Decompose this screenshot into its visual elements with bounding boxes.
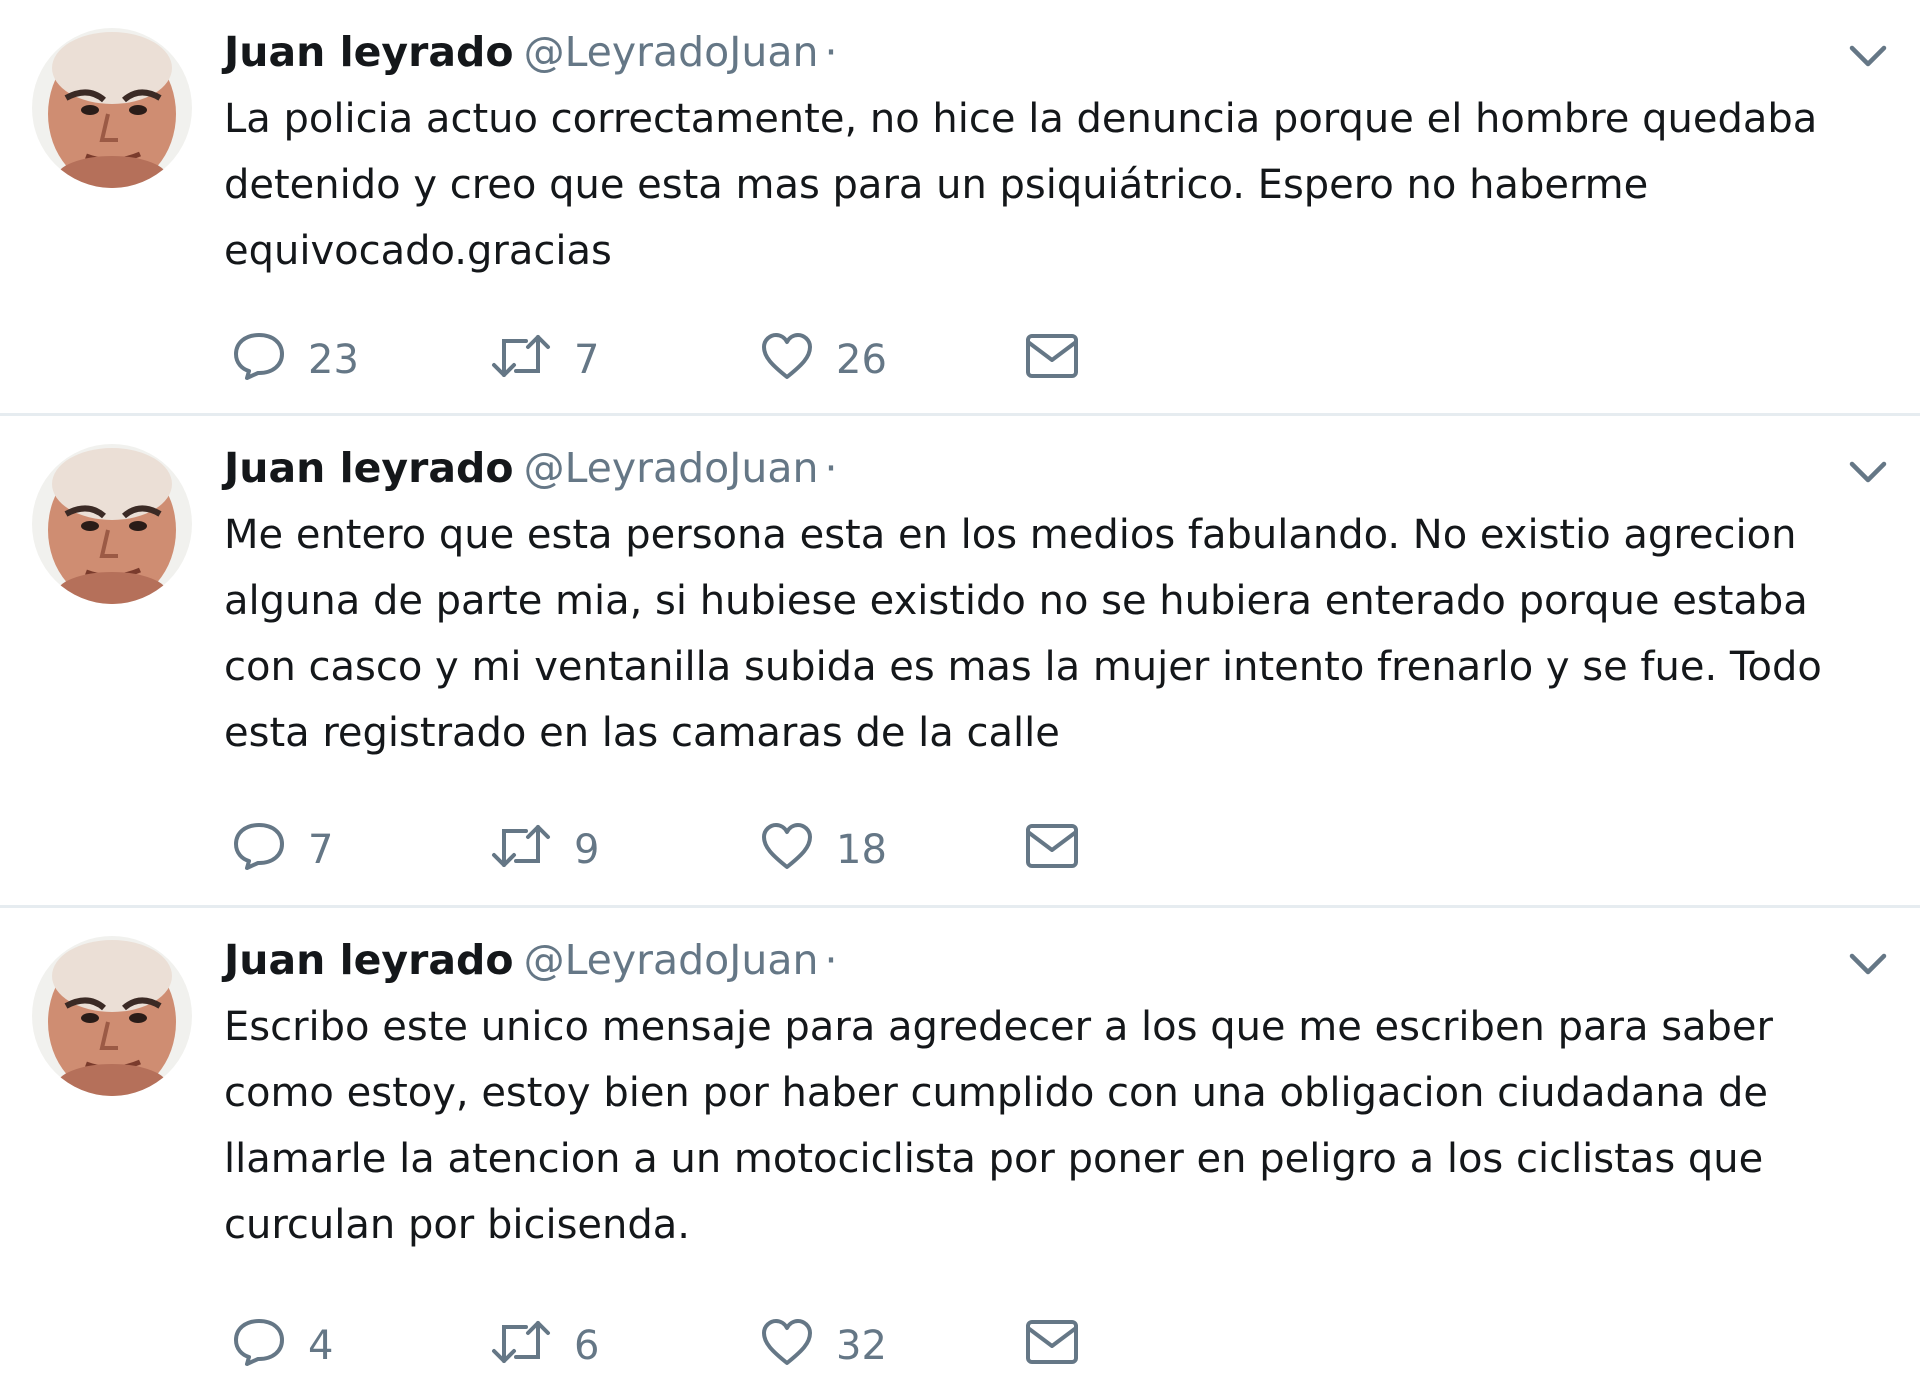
tweet-feed: Juan leyrado @LeyradoJuan · La policia act… (0, 0, 1920, 1394)
reply-button[interactable]: 4 (232, 1312, 333, 1372)
chevron-down-icon[interactable] (1846, 942, 1890, 986)
envelope-icon (1024, 822, 1080, 870)
reply-icon (232, 821, 286, 871)
retweet-icon (490, 331, 552, 381)
chevron-down-icon[interactable] (1846, 34, 1890, 78)
envelope-icon (1024, 332, 1080, 380)
reply-icon (232, 1317, 286, 1367)
like-button[interactable]: 18 (760, 816, 887, 876)
retweet-button[interactable]: 7 (490, 326, 599, 386)
tweet: Juan leyrado @LeyradoJuan · Me entero que … (0, 416, 1920, 908)
tweet-header: Juan leyrado @LeyradoJuan · (224, 440, 838, 496)
avatar[interactable] (32, 28, 192, 188)
chevron-down-icon[interactable] (1846, 450, 1890, 494)
reply-button[interactable]: 23 (232, 326, 359, 386)
direct-message-button[interactable] (1024, 1312, 1080, 1372)
heart-icon (760, 1317, 814, 1367)
direct-message-button[interactable] (1024, 326, 1080, 386)
reply-button[interactable]: 7 (232, 816, 333, 876)
like-button[interactable]: 26 (760, 326, 887, 386)
user-handle[interactable]: @LeyradoJuan (524, 444, 819, 492)
separator-dot: · (824, 444, 838, 492)
heart-icon (760, 821, 814, 871)
like-button[interactable]: 32 (760, 1312, 887, 1372)
reply-count: 4 (308, 1323, 334, 1369)
tweet-text: Escribo este unico mensaje para agredece… (224, 1004, 1786, 1248)
separator-dot: · (824, 28, 838, 76)
retweet-button[interactable]: 6 (490, 1312, 599, 1372)
tweet: Juan leyrado @LeyradoJuan · Escribo este u… (0, 908, 1920, 1394)
retweet-button[interactable]: 9 (490, 816, 599, 876)
like-count: 26 (836, 337, 887, 383)
retweet-count: 7 (574, 337, 600, 383)
envelope-icon (1024, 1318, 1080, 1366)
tweet: Juan leyrado @LeyradoJuan · La policia act… (0, 0, 1920, 416)
heart-icon (760, 331, 814, 381)
tweet-header: Juan leyrado @LeyradoJuan · (224, 932, 838, 988)
like-count: 18 (836, 827, 887, 873)
reply-icon (232, 331, 286, 381)
retweet-count: 6 (574, 1323, 600, 1369)
avatar[interactable] (32, 936, 192, 1096)
tweet-text: La policia actuo correctamente, no hice … (224, 96, 1830, 274)
tweet-header: Juan leyrado @LeyradoJuan · (224, 24, 838, 80)
avatar[interactable] (32, 444, 192, 604)
tweet-text: Me entero que esta persona esta en los m… (224, 512, 1835, 756)
tweet-actions: 7 9 18 (224, 816, 1124, 876)
reply-count: 23 (308, 337, 359, 383)
display-name[interactable]: Juan leyrado (224, 936, 514, 984)
display-name[interactable]: Juan leyrado (224, 28, 514, 76)
retweet-icon (490, 1317, 552, 1367)
tweet-actions: 23 7 26 (224, 326, 1124, 386)
like-count: 32 (836, 1323, 887, 1369)
separator-dot: · (824, 936, 838, 984)
reply-count: 7 (308, 827, 334, 873)
user-handle[interactable]: @LeyradoJuan (524, 28, 819, 76)
direct-message-button[interactable] (1024, 816, 1080, 876)
retweet-icon (490, 821, 552, 871)
user-handle[interactable]: @LeyradoJuan (524, 936, 819, 984)
display-name[interactable]: Juan leyrado (224, 444, 514, 492)
tweet-actions: 4 6 32 (224, 1312, 1124, 1372)
retweet-count: 9 (574, 827, 600, 873)
